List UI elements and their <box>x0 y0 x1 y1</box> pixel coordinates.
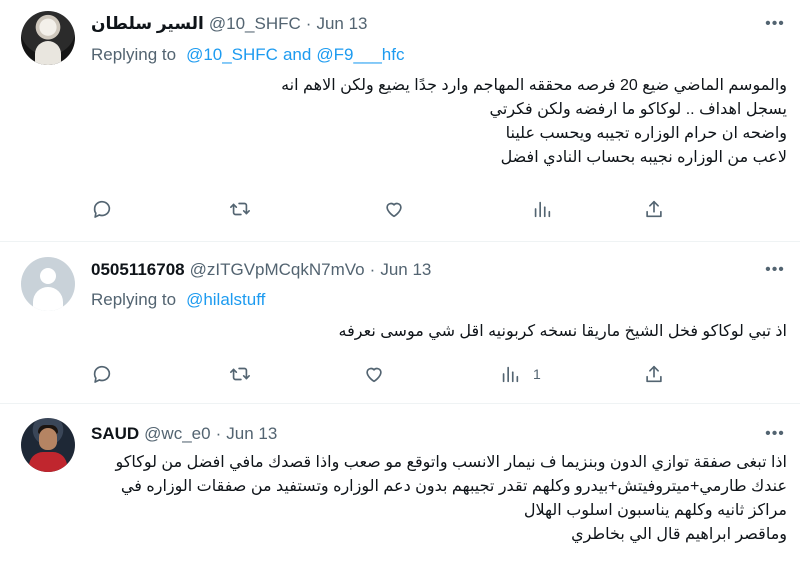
tweet-text: اذا تبغى صفقة توازي الدون وبنزيما ف نيما… <box>91 451 787 547</box>
avatar[interactable] <box>21 418 75 472</box>
separator-dot: · <box>369 260 376 279</box>
tweet-header: السير سلطان @10_SHFC · Jun 13 <box>91 13 367 35</box>
more-options-button[interactable]: ••• <box>763 423 787 445</box>
replying-to-and[interactable]: and <box>283 45 311 65</box>
tweet-text-line: والموسم الماضي ضيع 20 فرصه محققه المهاجم… <box>281 77 787 94</box>
mention-link[interactable]: @F9___hfc <box>316 45 404 65</box>
tweet-text-line: لاعب من الوزاره نجيبه بحساب النادي افضل <box>500 149 787 166</box>
timestamp[interactable]: Jun 13 <box>380 260 431 279</box>
replying-to-label: Replying to <box>91 45 177 64</box>
tweet-actions <box>91 195 787 223</box>
mention-link[interactable]: @hilalstuff <box>186 290 265 310</box>
retweet-icon <box>229 363 251 385</box>
tweet-meta: @wc_e0 · Jun 13 <box>144 424 277 444</box>
reply-icon <box>91 363 113 385</box>
tweet-header: SAUD @wc_e0 · Jun 13 <box>91 423 277 445</box>
display-name[interactable]: 0505116708 <box>91 260 185 280</box>
tweet-actions: 1 <box>91 360 787 388</box>
tweet-text-line: يسجل اهداف .. لوكاكو ما ارفضه ولكن فكرتي <box>489 101 787 118</box>
views-button[interactable]: 1 <box>499 360 541 388</box>
tweet-meta: @zITGVpMCqkN7mVo · Jun 13 <box>190 260 432 280</box>
tweet[interactable]: 0505116708 @zITGVpMCqkN7mVo · Jun 13 ••• R… <box>0 242 800 404</box>
share-button[interactable] <box>643 195 665 223</box>
retweet-button[interactable] <box>229 195 251 223</box>
views-count: 1 <box>533 366 541 382</box>
views-icon <box>531 198 553 220</box>
views-icon <box>499 363 521 385</box>
more-horizontal-icon: ••• <box>765 15 785 32</box>
handle[interactable]: @wc_e0 <box>144 424 210 443</box>
like-icon <box>383 198 405 220</box>
tweet[interactable]: SAUD @wc_e0 · Jun 13 ••• اذا تبغى صفقة توا… <box>0 404 800 565</box>
like-button[interactable] <box>363 360 385 388</box>
more-horizontal-icon: ••• <box>765 261 785 278</box>
tweet-text-line: اذ تبي لوكاكو فخل الشيخ ماريقا نسخه كربو… <box>338 323 787 340</box>
tweet-header: 0505116708 @zITGVpMCqkN7mVo · Jun 13 <box>91 259 431 281</box>
separator-dot: · <box>305 14 312 33</box>
tweet-text-line: واضحه ان حرام الوزاره تجيبه ويحسب علينا <box>505 125 787 142</box>
share-icon <box>643 363 665 385</box>
replying-to: Replying to @10_SHFC and @F9___hfc <box>91 44 404 66</box>
mention-link[interactable]: @10_SHFC <box>186 45 278 65</box>
reply-button[interactable] <box>91 360 113 388</box>
tweet-text-line: عندك طارمي+ميتروفيتش+بيدرو وكلهم تقدر تج… <box>120 478 787 495</box>
retweet-icon <box>229 198 251 220</box>
tweet[interactable]: السير سلطان @10_SHFC · Jun 13 ••• Replying… <box>0 0 800 242</box>
replying-to-label: Replying to <box>91 290 177 309</box>
timestamp[interactable]: Jun 13 <box>226 424 277 443</box>
views-button[interactable] <box>531 195 565 223</box>
share-button[interactable] <box>643 360 665 388</box>
handle[interactable]: @10_SHFC <box>209 14 301 33</box>
more-horizontal-icon: ••• <box>765 425 785 442</box>
tweet-text: اذ تبي لوكاكو فخل الشيخ ماريقا نسخه كربو… <box>91 320 787 344</box>
like-icon <box>363 363 385 385</box>
replying-to: Replying to @hilalstuff <box>91 289 265 311</box>
reply-button[interactable] <box>91 195 113 223</box>
tweet-text-line: وماقصر ابراهيم قال الي بخاطري <box>571 526 787 543</box>
share-icon <box>643 198 665 220</box>
avatar[interactable] <box>21 11 75 65</box>
like-button[interactable] <box>383 195 405 223</box>
avatar[interactable] <box>21 257 75 311</box>
tweet-text-line: مراكز ثانيه وكلهم يناسبون اسلوب الهلال <box>523 502 787 519</box>
more-options-button[interactable]: ••• <box>763 259 787 281</box>
display-name[interactable]: SAUD <box>91 424 139 444</box>
tweet-text: والموسم الماضي ضيع 20 فرصه محققه المهاجم… <box>91 74 787 170</box>
separator-dot: · <box>215 424 222 443</box>
retweet-button[interactable] <box>229 360 251 388</box>
display-name[interactable]: السير سلطان <box>91 14 204 34</box>
tweet-meta: @10_SHFC · Jun 13 <box>209 14 368 34</box>
more-options-button[interactable]: ••• <box>763 13 787 35</box>
timestamp[interactable]: Jun 13 <box>316 14 367 33</box>
handle[interactable]: @zITGVpMCqkN7mVo <box>190 260 365 279</box>
tweet-text-line: اذا تبغى صفقة توازي الدون وبنزيما ف نيما… <box>115 454 787 471</box>
reply-icon <box>91 198 113 220</box>
